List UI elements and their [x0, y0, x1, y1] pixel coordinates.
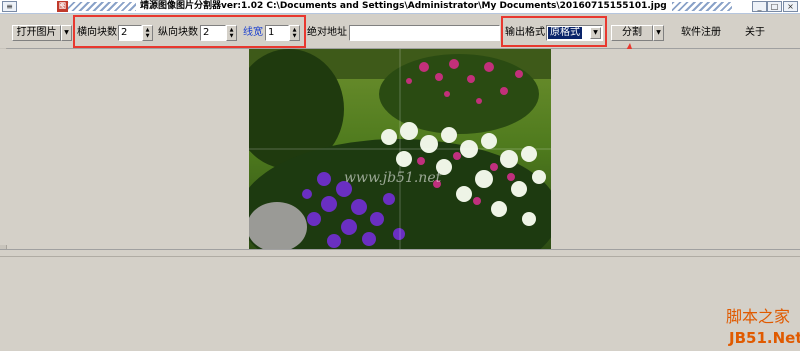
system-menu-button[interactable]: ≡ — [2, 1, 17, 12]
highlight-box-output-format — [501, 16, 607, 47]
maximize-button[interactable]: □ — [767, 1, 782, 12]
highlight-box-block-settings — [73, 15, 306, 48]
open-image-dropdown-arrow[interactable]: ▼ — [61, 25, 72, 41]
register-link[interactable]: 软件注册 — [681, 27, 721, 39]
split-dropdown-arrow[interactable]: ▼ — [653, 25, 664, 41]
absolute-path-label: 绝对地址 — [307, 27, 347, 38]
close-button[interactable]: × — [783, 1, 798, 12]
minimize-button[interactable]: _ — [752, 1, 767, 12]
site-watermark-line1: 脚本之家 — [726, 307, 791, 326]
photo-watermark: www.jb51.net — [344, 170, 442, 186]
panel-divider — [0, 256, 800, 257]
app-logo-icon: 图 — [57, 1, 68, 12]
toolbar: 打开图片 ▼ 横向块数 2 ▲ ▼ 纵向块数 2 ▲ ▼ 线宽 1 ▲ ▼ 绝对… — [0, 14, 800, 49]
title-decoration-right — [672, 2, 732, 11]
preview-image: www.jb51.net — [249, 49, 551, 250]
flower-photo: www.jb51.net — [249, 49, 551, 250]
site-watermark-line2: JB51.Net — [729, 329, 800, 347]
about-link[interactable]: 关于 — [745, 27, 765, 39]
split-button[interactable]: 分割 — [611, 25, 653, 41]
open-image-button[interactable]: 打开图片 — [12, 25, 61, 41]
title-decoration-left — [66, 2, 136, 11]
absolute-path-input[interactable] — [349, 25, 500, 41]
output-panel — [0, 249, 800, 351]
title-bar: ≡ 图 靖源图像图片分割器ver:1.02 C:\Documents and S… — [0, 0, 800, 14]
window-title: 靖源图像图片分割器ver:1.02 C:\Documents and Setti… — [140, 1, 667, 11]
preview-area: www.jb51.net — [0, 49, 800, 250]
